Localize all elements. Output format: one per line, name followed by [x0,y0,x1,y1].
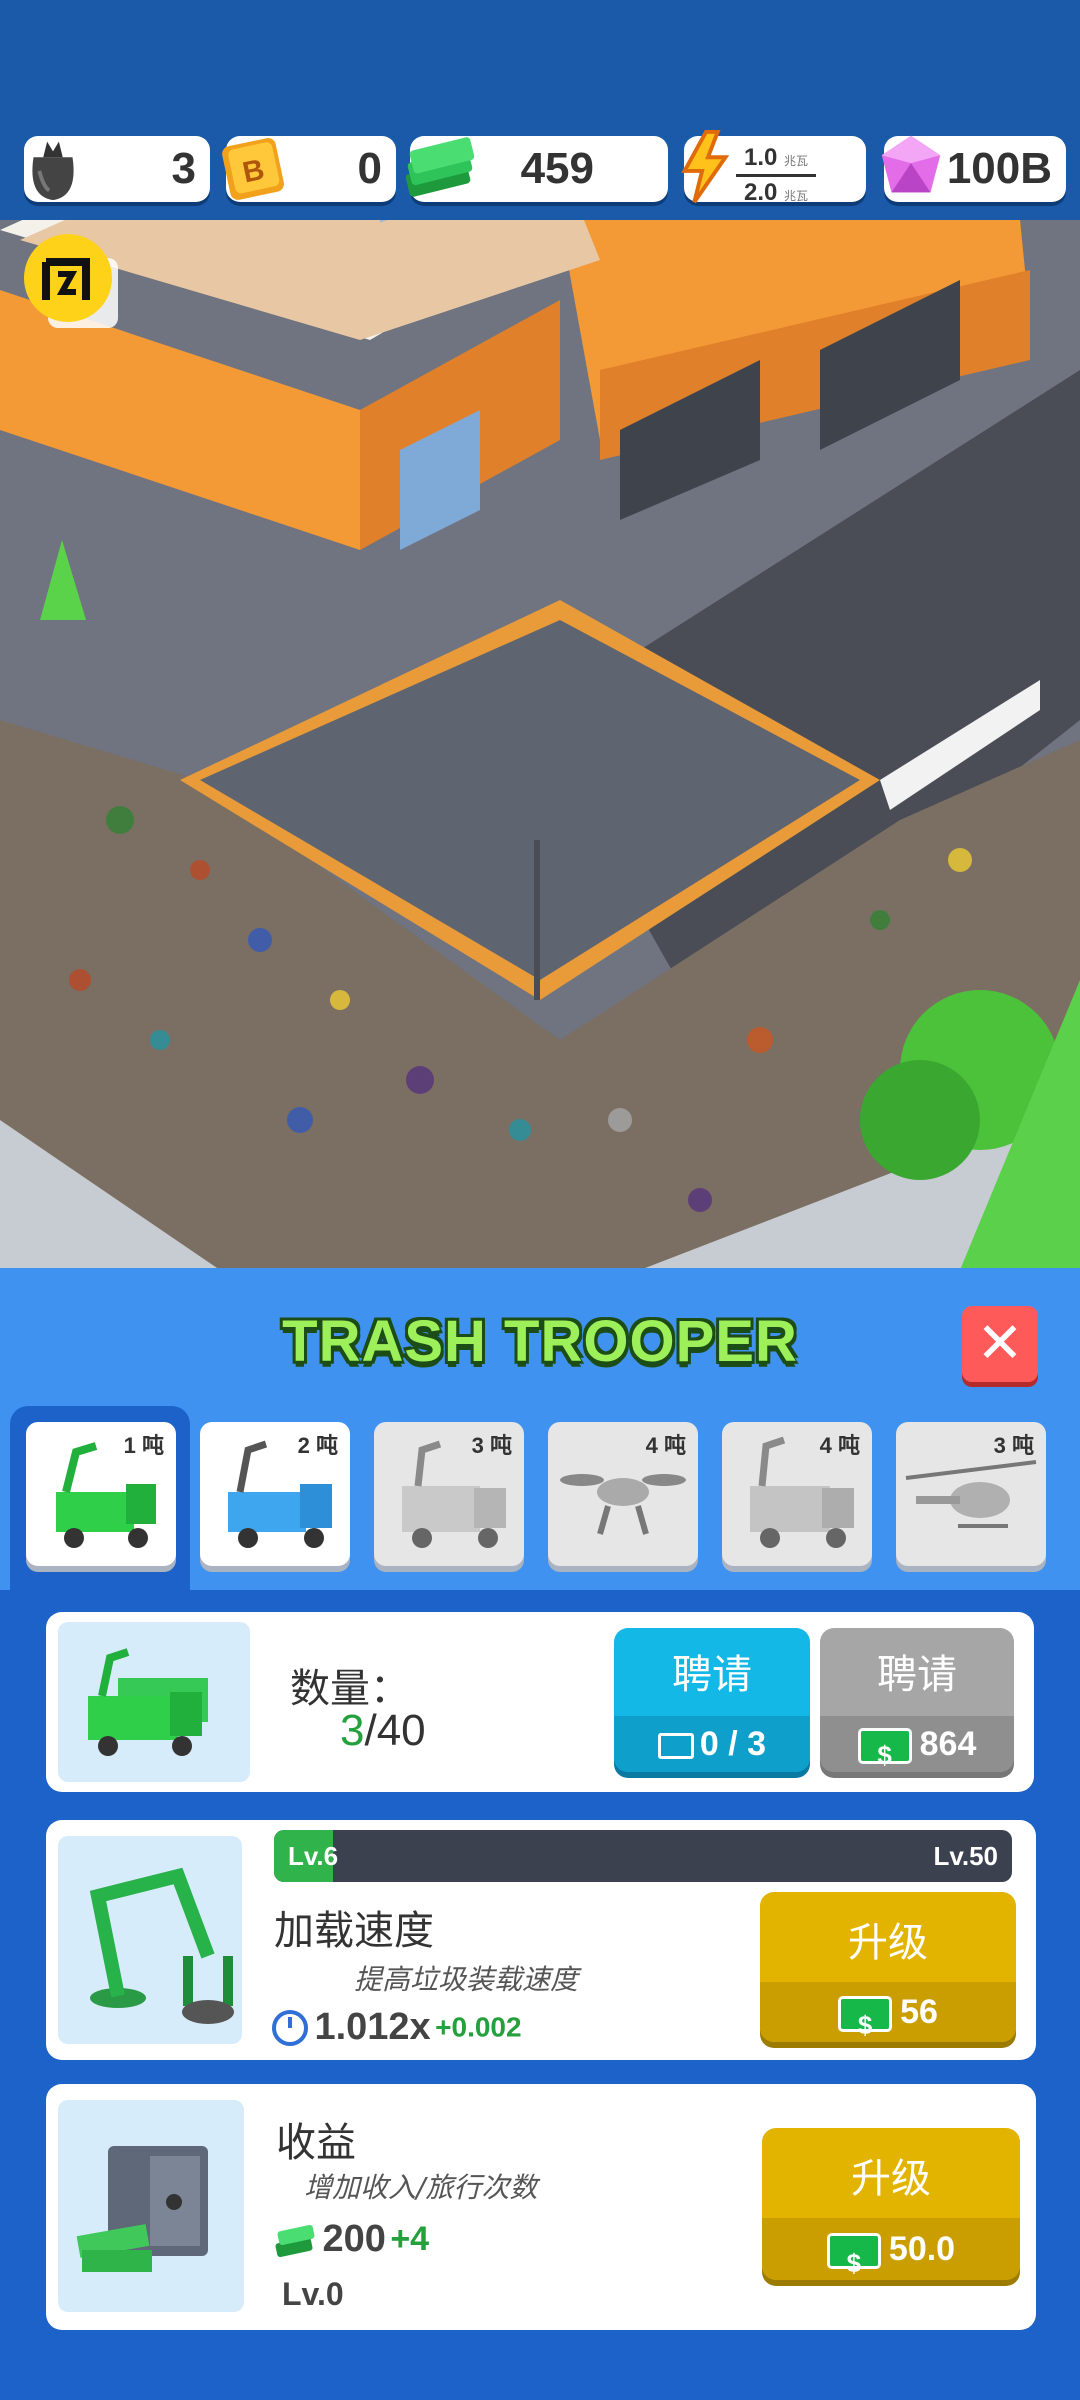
upgrade-price: 56 [900,1993,938,2031]
income-increment: +4 [390,2220,430,2258]
quantity-max: /40 [364,1706,426,1755]
cash-count: 459 [520,144,594,193]
safe-thumbnail [58,2100,244,2312]
cash-icon [826,2232,881,2280]
level-current: Lv.6 [288,1841,339,1871]
lightning-icon [681,129,730,204]
tab-capacity: 4 吨 [819,1433,860,1458]
income-level: Lv.0 [282,2276,344,2312]
power-used: 1.0 [743,144,778,171]
level-max: Lv.50 [933,1841,998,1871]
hire-by-video-button[interactable]: 聘请 0 / 3 [614,1628,810,1772]
game-map-view[interactable] [0,220,1080,1270]
upgrade-price: 50.0 [888,2230,956,2268]
power-unit: 兆瓦 [784,154,809,168]
gem-count: 100B [946,144,1052,193]
hire-video-label: 聘请 [672,1652,752,1698]
loading-speed-value-row: 1.012x +0.002 [270,2006,522,2049]
cash-stack-icon [275,2224,315,2257]
loading-speed-increment: +0.002 [435,2011,522,2043]
loading-speed-value: 1.012x [314,2006,431,2048]
power-unit: 兆瓦 [784,189,809,203]
hire-cash-price: 864 [919,1725,977,1763]
cash-icon [857,1727,912,1772]
b-coin-count: 0 [357,144,382,193]
green-truck-fleet-icon [88,1648,208,1756]
cash-icon [838,1995,893,2042]
vehicle-tab-green-truck[interactable]: 1 吨 [26,1422,176,1566]
income-title: 收益 [276,2120,356,2166]
timer-icon [272,2009,308,2046]
trash-bag-count: 3 [171,144,196,193]
vehicle-tab-drone[interactable]: 4 吨 [548,1422,698,1566]
flash-logo-icon[interactable] [18,228,128,338]
income-value: 200 [322,2218,386,2260]
video-icon [657,1733,694,1760]
tab-capacity: 4 吨 [645,1433,686,1458]
income-value-row: 200 +4 [272,2218,429,2261]
hire-by-cash-button[interactable]: 聘请 864 [820,1628,1014,1772]
power-fraction: 1.0 兆瓦 2.0 兆瓦 [736,144,816,207]
b-coin-icon: B [222,138,284,200]
hire-cash-label: 聘请 [877,1652,957,1698]
quantity-current: 3 [340,1706,365,1755]
trash-bag-icon [32,141,74,201]
recycling-plant-scene [0,220,1080,1270]
upgrade-loading-speed-button[interactable]: 升级 56 [760,1892,1016,2042]
tab-capacity: 1 吨 [123,1433,164,1458]
close-button[interactable]: ✕ [962,1306,1038,1382]
power-capacity: 2.0 [743,179,778,206]
vehicle-tab-grey-crane-truck[interactable]: 4 吨 [722,1422,872,1566]
vehicle-tab-grey-truck[interactable]: 3 吨 [374,1422,524,1566]
upgrade-label: 升级 [848,1920,928,1966]
loading-speed-title: 加载速度 [274,1908,434,1954]
loading-speed-description: 提高垃圾装载速度 [354,1963,579,1996]
cash-stack-icon [405,137,475,197]
crane-thumbnail [58,1836,242,2044]
truck-fleet-thumbnail [58,1622,250,1782]
tab-capacity: 2 吨 [297,1433,338,1458]
vehicle-tab-blue-truck[interactable]: 2 吨 [200,1422,350,1566]
safe-icon [76,2146,208,2272]
vehicle-tab-helicopter[interactable]: 3 吨 [896,1422,1046,1566]
panel-title: TRASH TROOPER [282,1309,798,1374]
tab-capacity: 3 吨 [471,1433,512,1458]
quantity-value: 3/40 [340,1706,426,1756]
loading-speed-level-bar: Lv.6 Lv.50 [274,1830,1012,1882]
hire-video-count: 0 / 3 [699,1725,767,1763]
upgrade-income-button[interactable]: 升级 50.0 [762,2128,1020,2280]
crane-claw-icon [89,1867,234,2024]
upgrade-label: 升级 [851,2156,931,2202]
income-description: 增加收入/旅行次数 [304,2171,538,2204]
gem-icon [881,135,941,193]
tab-capacity: 3 吨 [993,1433,1034,1458]
